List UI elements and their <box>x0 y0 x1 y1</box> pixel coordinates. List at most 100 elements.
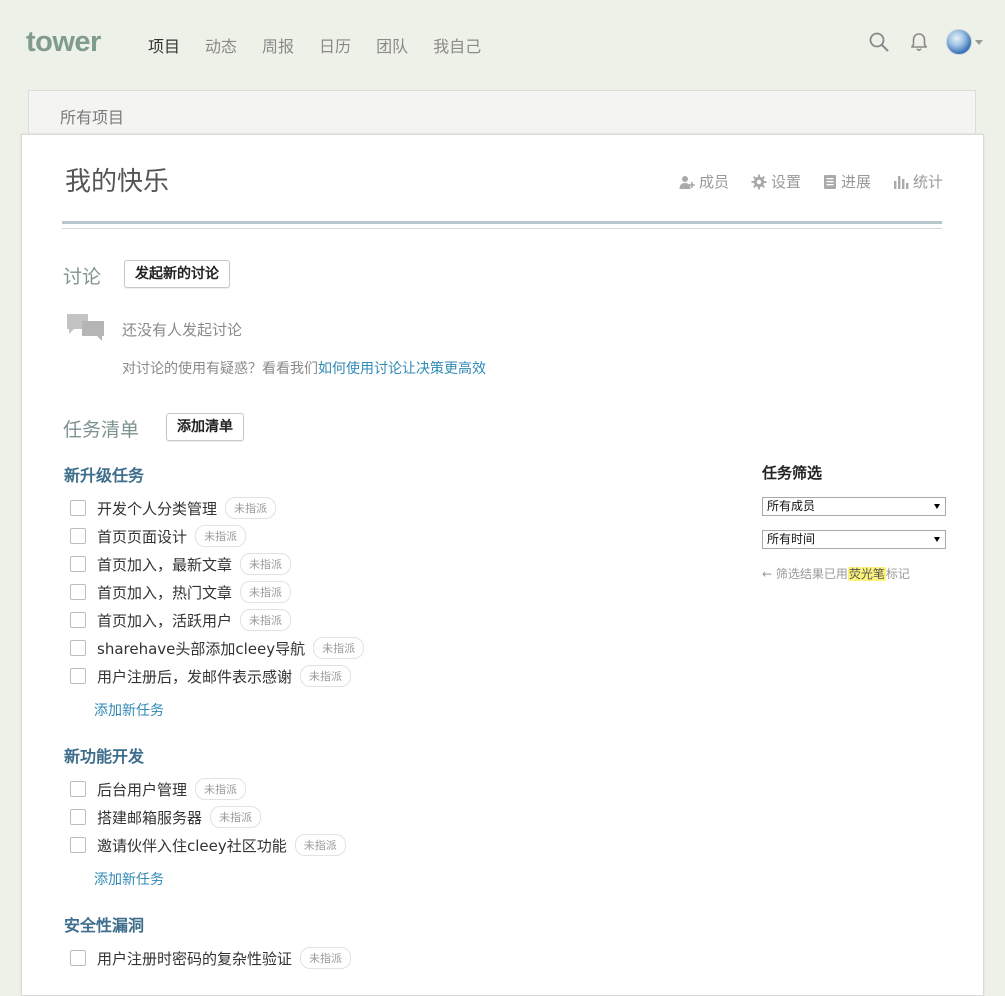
discussion-bubbles-icon <box>67 314 104 341</box>
tower-logo[interactable]: tower <box>26 26 101 59</box>
task-row: 首页加入，活跃用户 未指派 <box>70 609 292 631</box>
time-filter-select[interactable]: 所有时间 <box>762 530 946 549</box>
task-checkbox[interactable] <box>70 584 86 600</box>
discussion-empty-text: 还没有人发起讨论 <box>122 321 243 339</box>
task-name[interactable]: 首页加入，热门文章 <box>97 582 232 603</box>
assignee-badge[interactable]: 未指派 <box>240 609 292 631</box>
chevron-down-icon <box>975 39 983 45</box>
task-checkbox[interactable] <box>70 528 86 544</box>
task-checkbox[interactable] <box>70 837 86 853</box>
task-checkbox[interactable] <box>70 950 86 966</box>
assignee-badge[interactable]: 未指派 <box>240 553 292 575</box>
header-divider <box>62 221 942 224</box>
assignee-badge[interactable]: 未指派 <box>210 806 262 828</box>
todolist-title[interactable]: 新功能开发 <box>64 743 144 767</box>
task-name[interactable]: 开发个人分类管理 <box>97 498 217 519</box>
dropdown-arrow-icon <box>934 504 940 509</box>
todolist-title[interactable]: 新升级任务 <box>64 462 144 486</box>
add-task-link[interactable]: 添加新任务 <box>94 700 164 720</box>
document-icon <box>823 174 836 189</box>
task-checkbox[interactable] <box>70 668 86 684</box>
add-list-button[interactable]: 添加清单 <box>166 413 244 441</box>
discussion-help-text: 对讨论的使用有疑惑？看看我们如何使用讨论让决策更高效 <box>122 358 486 378</box>
discussion-help-prefix: 对讨论的使用有疑惑？看看我们 <box>122 361 318 377</box>
user-menu[interactable] <box>946 29 983 55</box>
nav-item-weekly-report[interactable]: 周报 <box>262 33 294 57</box>
task-checkbox[interactable] <box>70 781 86 797</box>
settings-button[interactable]: 设置 <box>751 171 801 192</box>
top-navigation: tower 项目 动态 周报 日历 团队 我自己 <box>0 0 1005 86</box>
todos-section-title: 任务清单 <box>63 419 140 441</box>
task-checkbox[interactable] <box>70 612 86 628</box>
members-button[interactable]: 成员 <box>679 171 729 192</box>
bell-icon[interactable] <box>908 31 930 53</box>
nav-item-calendar[interactable]: 日历 <box>319 33 351 57</box>
task-name[interactable]: 首页页面设计 <box>97 526 187 547</box>
filter-hint-highlight: 荧光笔 <box>847 567 886 581</box>
task-row: sharehave头部添加cleey导航 未指派 <box>70 637 365 659</box>
assignee-badge[interactable]: 未指派 <box>195 525 247 547</box>
assignee-badge[interactable]: 未指派 <box>195 778 247 800</box>
task-name[interactable]: 搭建邮箱服务器 <box>97 807 202 828</box>
task-checkbox[interactable] <box>70 556 86 572</box>
filter-hint-suffix: 标记 <box>885 567 910 581</box>
breadcrumb-all-projects[interactable]: 所有项目 <box>60 104 124 128</box>
gear-icon <box>751 174 767 189</box>
task-name[interactable]: 首页加入，活跃用户 <box>97 610 232 631</box>
bar-chart-icon <box>893 175 909 189</box>
task-row: 首页加入，热门文章 未指派 <box>70 581 292 603</box>
assignee-badge[interactable]: 未指派 <box>313 637 365 659</box>
task-checkbox[interactable] <box>70 809 86 825</box>
assignee-badge[interactable]: 未指派 <box>225 497 277 519</box>
progress-button[interactable]: 进展 <box>823 171 871 192</box>
task-name[interactable]: 用户注册后，发邮件表示感谢 <box>97 666 292 687</box>
nav-item-projects[interactable]: 项目 <box>148 33 180 57</box>
avatar[interactable] <box>946 29 972 55</box>
project-actions: 成员 设置 进展 统计 <box>657 171 943 192</box>
task-checkbox[interactable] <box>70 500 86 516</box>
page-title: 我的快乐 <box>65 167 170 197</box>
nav-item-me[interactable]: 我自己 <box>433 33 481 57</box>
task-filter-title: 任务筛选 <box>762 464 823 482</box>
member-filter-select[interactable]: 所有成员 <box>762 497 946 516</box>
top-right-tools <box>850 29 983 55</box>
assignee-badge[interactable]: 未指派 <box>300 947 352 969</box>
header-divider-thin <box>62 228 942 229</box>
task-row: 后台用户管理 未指派 <box>70 778 247 800</box>
task-name[interactable]: 邀请伙伴入住cleey社区功能 <box>97 835 287 856</box>
dropdown-arrow-icon <box>934 537 940 542</box>
assignee-badge[interactable]: 未指派 <box>294 834 346 856</box>
main-nav: 项目 动态 周报 日历 团队 我自己 <box>148 33 506 57</box>
time-filter-value: 所有时间 <box>767 532 816 546</box>
nav-item-activity[interactable]: 动态 <box>205 33 237 57</box>
add-task-link[interactable]: 添加新任务 <box>94 869 164 889</box>
discussion-help-link[interactable]: 如何使用讨论让决策更高效 <box>318 361 486 377</box>
task-row: 搭建邮箱服务器 未指派 <box>70 806 262 828</box>
nav-item-team[interactable]: 团队 <box>376 33 408 57</box>
member-filter-value: 所有成员 <box>767 499 816 513</box>
task-name[interactable]: 首页加入，最新文章 <box>97 554 232 575</box>
breadcrumb: 所有项目 <box>28 90 976 133</box>
task-row: 邀请伙伴入住cleey社区功能 未指派 <box>70 834 346 856</box>
todolist-title[interactable]: 安全性漏洞 <box>64 912 144 936</box>
search-icon[interactable] <box>868 31 890 53</box>
members-label: 成员 <box>698 173 729 191</box>
statistics-button[interactable]: 统计 <box>893 171 943 192</box>
progress-label: 进展 <box>840 173 871 191</box>
task-name[interactable]: sharehave头部添加cleey导航 <box>97 638 305 659</box>
task-name[interactable]: 后台用户管理 <box>97 779 187 800</box>
assignee-badge[interactable]: 未指派 <box>240 581 292 603</box>
filter-hint: ← 筛选结果已用荧光笔标记 <box>762 565 910 582</box>
add-member-icon <box>679 175 695 189</box>
task-row: 开发个人分类管理 未指派 <box>70 497 277 519</box>
new-discussion-button[interactable]: 发起新的讨论 <box>124 260 230 288</box>
task-row: 用户注册时密码的复杂性验证 未指派 <box>70 947 352 969</box>
task-checkbox[interactable] <box>70 640 86 656</box>
filter-hint-prefix: ← 筛选结果已用 <box>762 567 848 581</box>
task-row: 用户注册后，发邮件表示感谢 未指派 <box>70 665 352 687</box>
assignee-badge[interactable]: 未指派 <box>300 665 352 687</box>
settings-label: 设置 <box>770 173 801 191</box>
discussion-section-title: 讨论 <box>63 266 102 288</box>
statistics-label: 统计 <box>912 173 943 191</box>
task-name[interactable]: 用户注册时密码的复杂性验证 <box>97 948 292 969</box>
